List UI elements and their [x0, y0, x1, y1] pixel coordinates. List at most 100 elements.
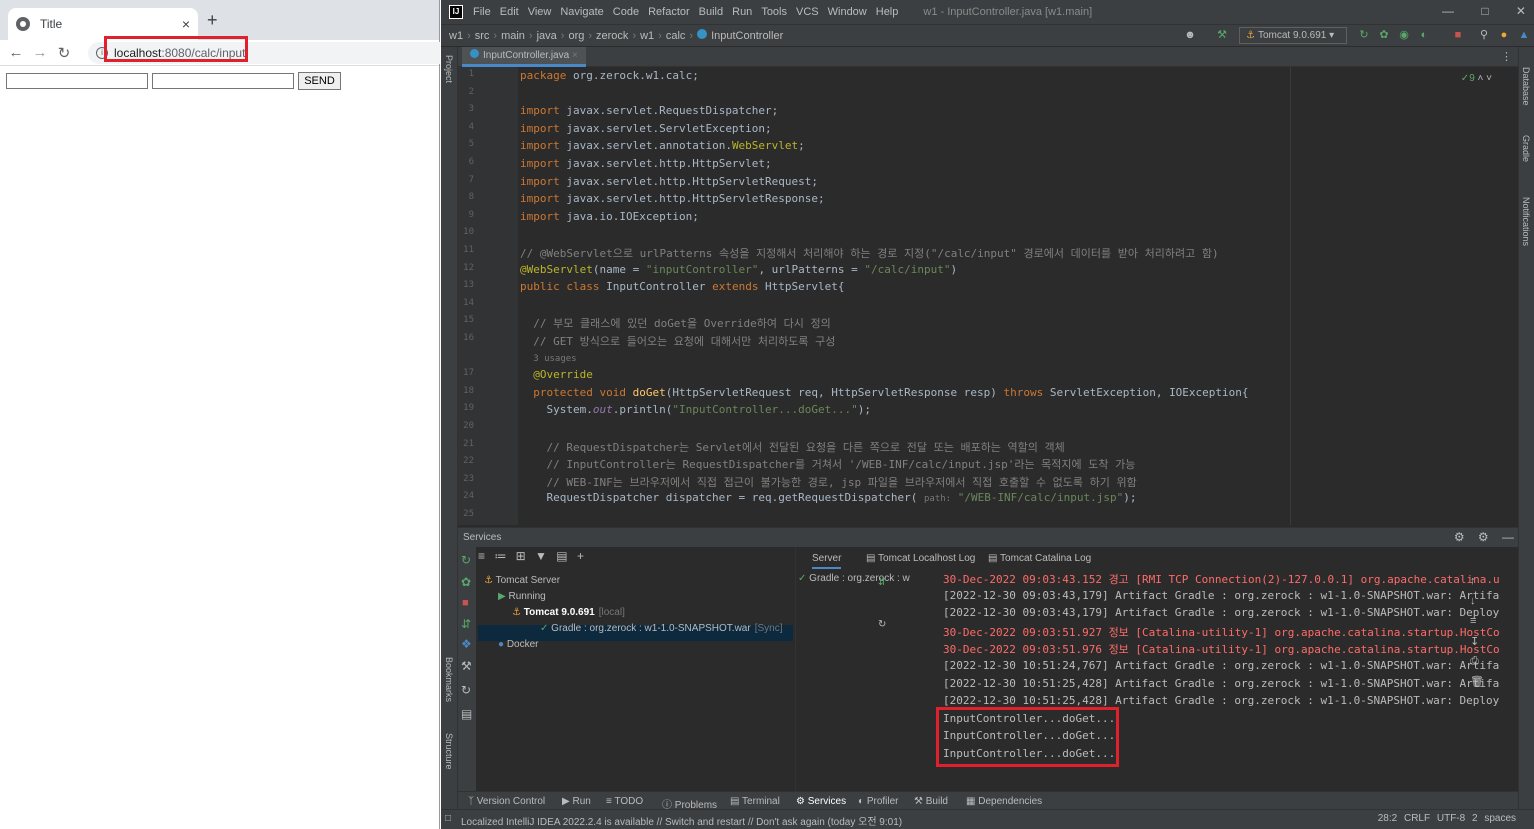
code-editor[interactable]: 1 2 3 4 5 6 7 8 9 10 11 12 13 14 15 16 17 18 19 20 21 22 23 24 2… — [458, 67, 1518, 525]
artifact-icon[interactable]: ❖ — [461, 637, 472, 651]
window-controls[interactable]: — □ ✕ — [1442, 4, 1526, 18]
deploy-arrow-icon[interactable]: ⇵ — [878, 577, 886, 588]
code-line[interactable]: import javax.servlet.RequestDispatcher; — [520, 104, 778, 117]
deploy-icon[interactable]: ⇵ — [461, 617, 471, 631]
menu-vcs[interactable]: VCS — [796, 6, 819, 18]
menu-tools[interactable]: Tools — [761, 6, 787, 18]
status-info[interactable]: 28:2 CRLF UTF-8 2 spaces — [1378, 813, 1516, 824]
structure-tool-tab[interactable]: Structure — [444, 733, 454, 770]
debug-icon[interactable]: ✿ — [461, 575, 471, 589]
code-line[interactable]: // WEB-INF는 브라우저에서 직접 접근이 불가능한 경로, jsp 파… — [520, 474, 1137, 490]
menu-refactor[interactable]: Refactor — [648, 6, 690, 18]
layout-icon[interactable]: ▤ — [461, 707, 472, 721]
wrench-icon[interactable]: ⚒ — [461, 659, 472, 673]
gradle-tool-tab[interactable]: Gradle — [1521, 135, 1531, 162]
code-line[interactable]: import javax.servlet.http.HttpServlet; — [520, 157, 772, 170]
menu-edit[interactable]: Edit — [500, 6, 519, 18]
tool-tab-version-control[interactable]: ᛉ Version Control — [468, 796, 545, 807]
user-icon[interactable]: ☻ — [1183, 28, 1197, 42]
search-icon[interactable]: ⚲ — [1477, 28, 1491, 42]
reload-icon[interactable]: ↻ — [52, 44, 76, 62]
menu-view[interactable]: View — [528, 6, 552, 18]
profile-icon[interactable]: ◐ — [1417, 28, 1431, 42]
breadcrumb-item[interactable]: zerock — [596, 30, 628, 42]
services-tree-toolbar[interactable]: ≡ ≔ ⊞ ▼ ▤ + — [478, 549, 584, 569]
code-line[interactable]: // 부모 클래스에 있던 doGet을 Override하여 다시 정의 — [520, 315, 831, 331]
tool-tab-build[interactable]: ⚒ Build — [914, 796, 948, 807]
menu-help[interactable]: Help — [876, 6, 899, 18]
menu-window[interactable]: Window — [828, 6, 867, 18]
code-line[interactable]: public class InputController extends Htt… — [520, 280, 845, 293]
new-tab-button[interactable]: + — [207, 10, 218, 31]
menu-build[interactable]: Build — [699, 6, 723, 18]
back-arrow-icon[interactable]: ← — [4, 44, 28, 61]
tool-tab-terminal[interactable]: ▤ Terminal — [730, 796, 780, 807]
rerun-icon[interactable]: ↻ — [1357, 28, 1371, 42]
tree-node[interactable]: ✓ Gradle : org.zerock : w1-1.0-SNAPSHOT.… — [540, 621, 782, 637]
breadcrumb-item[interactable]: w1 — [640, 30, 654, 42]
breadcrumb-item[interactable]: main — [501, 30, 525, 42]
code-line[interactable]: // GET 방식으로 들어오는 요청에 대해서만 처리하도록 구성 — [520, 333, 835, 349]
coverage-icon[interactable]: ◉ — [1397, 28, 1411, 42]
project-tool-tab[interactable]: Project — [444, 55, 454, 83]
breadcrumb-item[interactable]: calc — [666, 30, 686, 42]
breadcrumb-item[interactable]: w1 — [449, 30, 463, 42]
tree-node[interactable]: ● Docker — [498, 637, 539, 653]
code-line[interactable]: @WebServlet(name = "inputController", ur… — [520, 263, 957, 276]
services-tree[interactable]: ⚓ Tomcat Server ▶ Running ⚓ Tomcat 9.0.691… — [478, 571, 793, 791]
code-line[interactable]: import javax.servlet.annotation.WebServl… — [520, 139, 805, 152]
code-line[interactable]: import javax.servlet.http.HttpServletReq… — [520, 175, 818, 188]
status-icon[interactable]: □ — [445, 813, 451, 824]
tree-node[interactable]: ⚓ Tomcat 9.0.691 [local] — [512, 605, 625, 621]
breadcrumb-item[interactable]: InputController — [711, 30, 783, 42]
code-line[interactable]: import java.io.IOException; — [520, 210, 699, 223]
code-line[interactable]: protected void doGet(HttpServletRequest … — [520, 386, 1248, 399]
menu-navigate[interactable]: Navigate — [560, 6, 603, 18]
update-icon[interactable]: ● — [1497, 28, 1511, 42]
menu-code[interactable]: Code — [613, 6, 639, 18]
breadcrumb-item[interactable]: java — [537, 30, 557, 42]
tab-tomcat-catalina-log[interactable]: ▤ Tomcat Catalina Log — [988, 553, 1091, 564]
bookmarks-tool-tab[interactable]: Bookmarks — [444, 657, 454, 702]
tool-tab-profiler[interactable]: ◐ Profiler — [858, 796, 899, 807]
tool-tab-dependencies[interactable]: ▦ Dependencies — [966, 796, 1042, 807]
code-line[interactable]: RequestDispatcher dispatcher = req.getRe… — [520, 491, 1136, 504]
forward-arrow-icon[interactable]: → — [28, 44, 52, 61]
number-input-1[interactable] — [6, 73, 148, 89]
code-line[interactable]: // @WebServlet으로 urlPatterns 속성을 지정해서 처리… — [520, 245, 1219, 261]
tab-tomcat-localhost-log[interactable]: ▤ Tomcat Localhost Log — [866, 553, 975, 564]
tool-tab-run[interactable]: ▶ Run — [562, 796, 591, 807]
breadcrumb-item[interactable]: src — [475, 30, 490, 42]
status-message[interactable]: Localized IntelliJ IDEA 2022.2.4 is avai… — [461, 813, 902, 828]
tree-node[interactable]: ▶ Running — [498, 589, 546, 605]
code-line[interactable]: System.out.println("InputController...do… — [520, 403, 871, 416]
plugin-icon[interactable]: ▲ — [1517, 28, 1531, 42]
breadcrumb-item[interactable]: org — [568, 30, 584, 42]
notifications-tool-tab[interactable]: Notifications — [1521, 197, 1531, 246]
number-input-2[interactable] — [152, 73, 294, 89]
code-line[interactable]: import javax.servlet.http.HttpServletRes… — [520, 192, 825, 205]
menu-run[interactable]: Run — [732, 6, 752, 18]
debug-icon[interactable]: ✿ — [1377, 28, 1391, 42]
database-tool-tab[interactable]: Database — [1521, 67, 1531, 106]
stop-icon[interactable]: ■ — [462, 597, 469, 609]
panel-controls[interactable]: ⚙ ⚙ — — [1454, 528, 1514, 547]
code-line[interactable]: @Override — [520, 368, 593, 381]
refresh-icon[interactable]: ↻ — [461, 683, 471, 697]
refresh-icon[interactable]: ↻ — [878, 619, 886, 630]
code-line[interactable]: 3 usages — [520, 351, 576, 364]
code-line[interactable]: // RequestDispatcher는 Servlet에서 전달된 요청을 … — [520, 439, 1065, 455]
inspections-indicator[interactable]: ✓9 ˄ ˅ — [1461, 73, 1492, 84]
build-hammer-icon[interactable]: ⚒ — [1215, 28, 1229, 42]
run-configuration-select[interactable]: ⚓ Tomcat 9.0.691 ▾ — [1239, 27, 1347, 44]
tool-tab-services[interactable]: ⚙ Services — [796, 796, 846, 807]
editor-tab-inputcontroller[interactable]: InputController.java × — [462, 47, 586, 67]
stop-icon[interactable]: ■ — [1451, 28, 1465, 42]
rerun-icon[interactable]: ↻ — [461, 553, 471, 567]
panel-splitter[interactable] — [795, 547, 796, 791]
menu-file[interactable]: File — [473, 6, 491, 18]
tool-tab-todo[interactable]: ≡ TODO — [606, 796, 643, 807]
send-button[interactable]: SEND — [298, 72, 341, 90]
options-icon[interactable]: ⋮ — [1501, 50, 1512, 63]
code-line[interactable]: package org.zerock.w1.calc; — [520, 69, 699, 82]
